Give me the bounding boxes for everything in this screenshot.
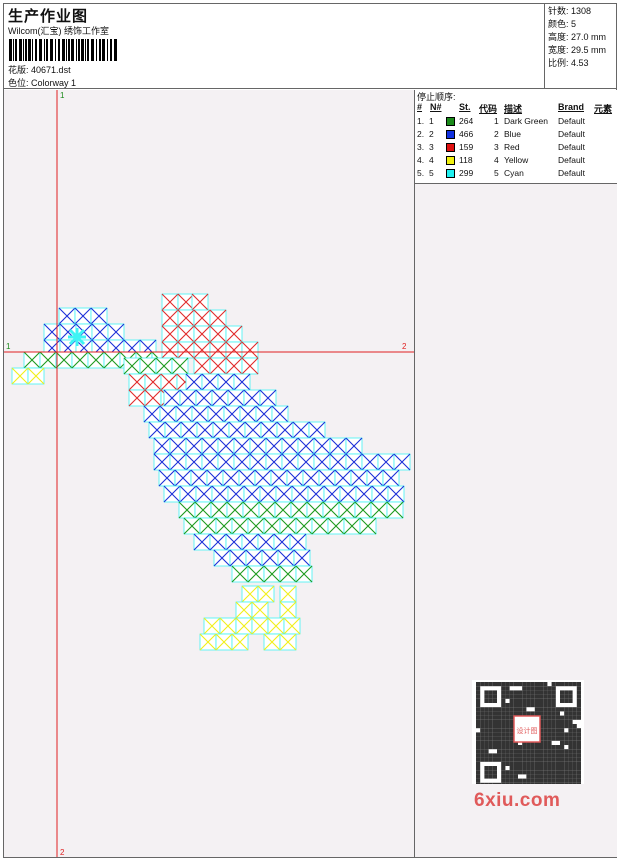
row-stitches: 466 [459,129,474,139]
row-description: Cyan [504,168,524,178]
axis-left-label: 1 [6,342,11,351]
row-code: 4 [494,155,499,165]
colorway-name: Colorway 1 [31,78,77,88]
stitch-count: 针数: 1308 [548,6,592,16]
stats-panel: 针数: 1308 颜色: 5 高度: 27.0 mm 宽度: 29.5 mm 比… [544,3,617,89]
design-height: 高度: 27.0 mm [548,32,607,42]
row-brand: Default [558,142,585,152]
row-needle: 3 [429,142,434,152]
colorway-label: 色位: [8,78,29,88]
design-canvas: 1 2 1 2 [4,90,414,857]
row-index: 5. [417,168,425,178]
col-index: # [417,102,423,112]
col-code: 代码 [479,104,498,114]
row-description: Red [504,142,520,152]
design-scale: 比例: 4.53 [548,58,589,68]
row-code: 1 [494,116,499,126]
color-swatch [446,117,455,126]
row-needle: 4 [429,155,434,165]
row-description: Yellow [504,155,529,165]
axis-bottom-label: 2 [60,848,65,857]
design-width: 宽度: 29.5 mm [548,45,607,55]
axis-right-label: 2 [402,342,407,351]
row-stitches: 159 [459,142,474,152]
embroidery-artwork: 1 2 1 2 [4,90,414,857]
row-needle: 2 [429,129,434,139]
row-index: 3. [417,142,425,152]
row-brand: Default [558,116,585,126]
page-title: 生产作业图 [8,8,89,25]
qr-center-text: 设计图 [517,726,538,735]
software-subtitle: Wilcom(汇宝) 绣饰工作室 [8,26,109,36]
color-swatch [446,130,455,139]
design-file-line: 花版: 40671.dst [8,63,71,76]
row-needle: 1 [429,116,434,126]
row-code: 5 [494,168,499,178]
row-stitches: 299 [459,168,474,178]
color-legend: 停止顺序: # N# St. 代码 描述 Brand 元素 1. 1 264 1 Dar… [415,90,617,184]
design-file-name: 40671.dst [31,65,71,75]
row-brand: Default [558,155,585,165]
row-brand: Default [558,168,585,178]
design-file-label: 花版: [8,65,29,75]
color-swatch [446,169,455,178]
row-index: 2. [417,129,425,139]
axis-top-label: 1 [60,91,65,100]
qr-code: 设计图 [472,680,584,784]
row-stitches: 264 [459,116,474,126]
col-element: 元素 [594,104,613,114]
row-description: Blue [504,129,522,139]
col-brand: Brand [558,102,585,112]
row-stitches: 118 [459,155,473,165]
header: 生产作业图 Wilcom(汇宝) 绣饰工作室 花版: 40671.dst 色位:… [3,3,617,89]
site-logo: 6xiu.com [474,790,561,811]
colorway-line: 色位: Colorway 1 [8,76,76,89]
row-index: 1. [417,116,425,126]
col-needle: N# [430,102,442,112]
color-swatch [446,143,455,152]
row-brand: Default [558,129,585,139]
row-description: Dark Green [504,116,548,126]
row-index: 4. [417,155,425,165]
row-code: 3 [494,142,499,152]
row-code: 2 [494,129,499,139]
color-swatch [446,156,455,165]
col-description: 描述 [504,104,523,114]
col-stitches: St. [459,102,471,112]
row-needle: 5 [429,168,434,178]
color-count: 颜色: 5 [548,19,577,29]
barcode [9,39,117,61]
